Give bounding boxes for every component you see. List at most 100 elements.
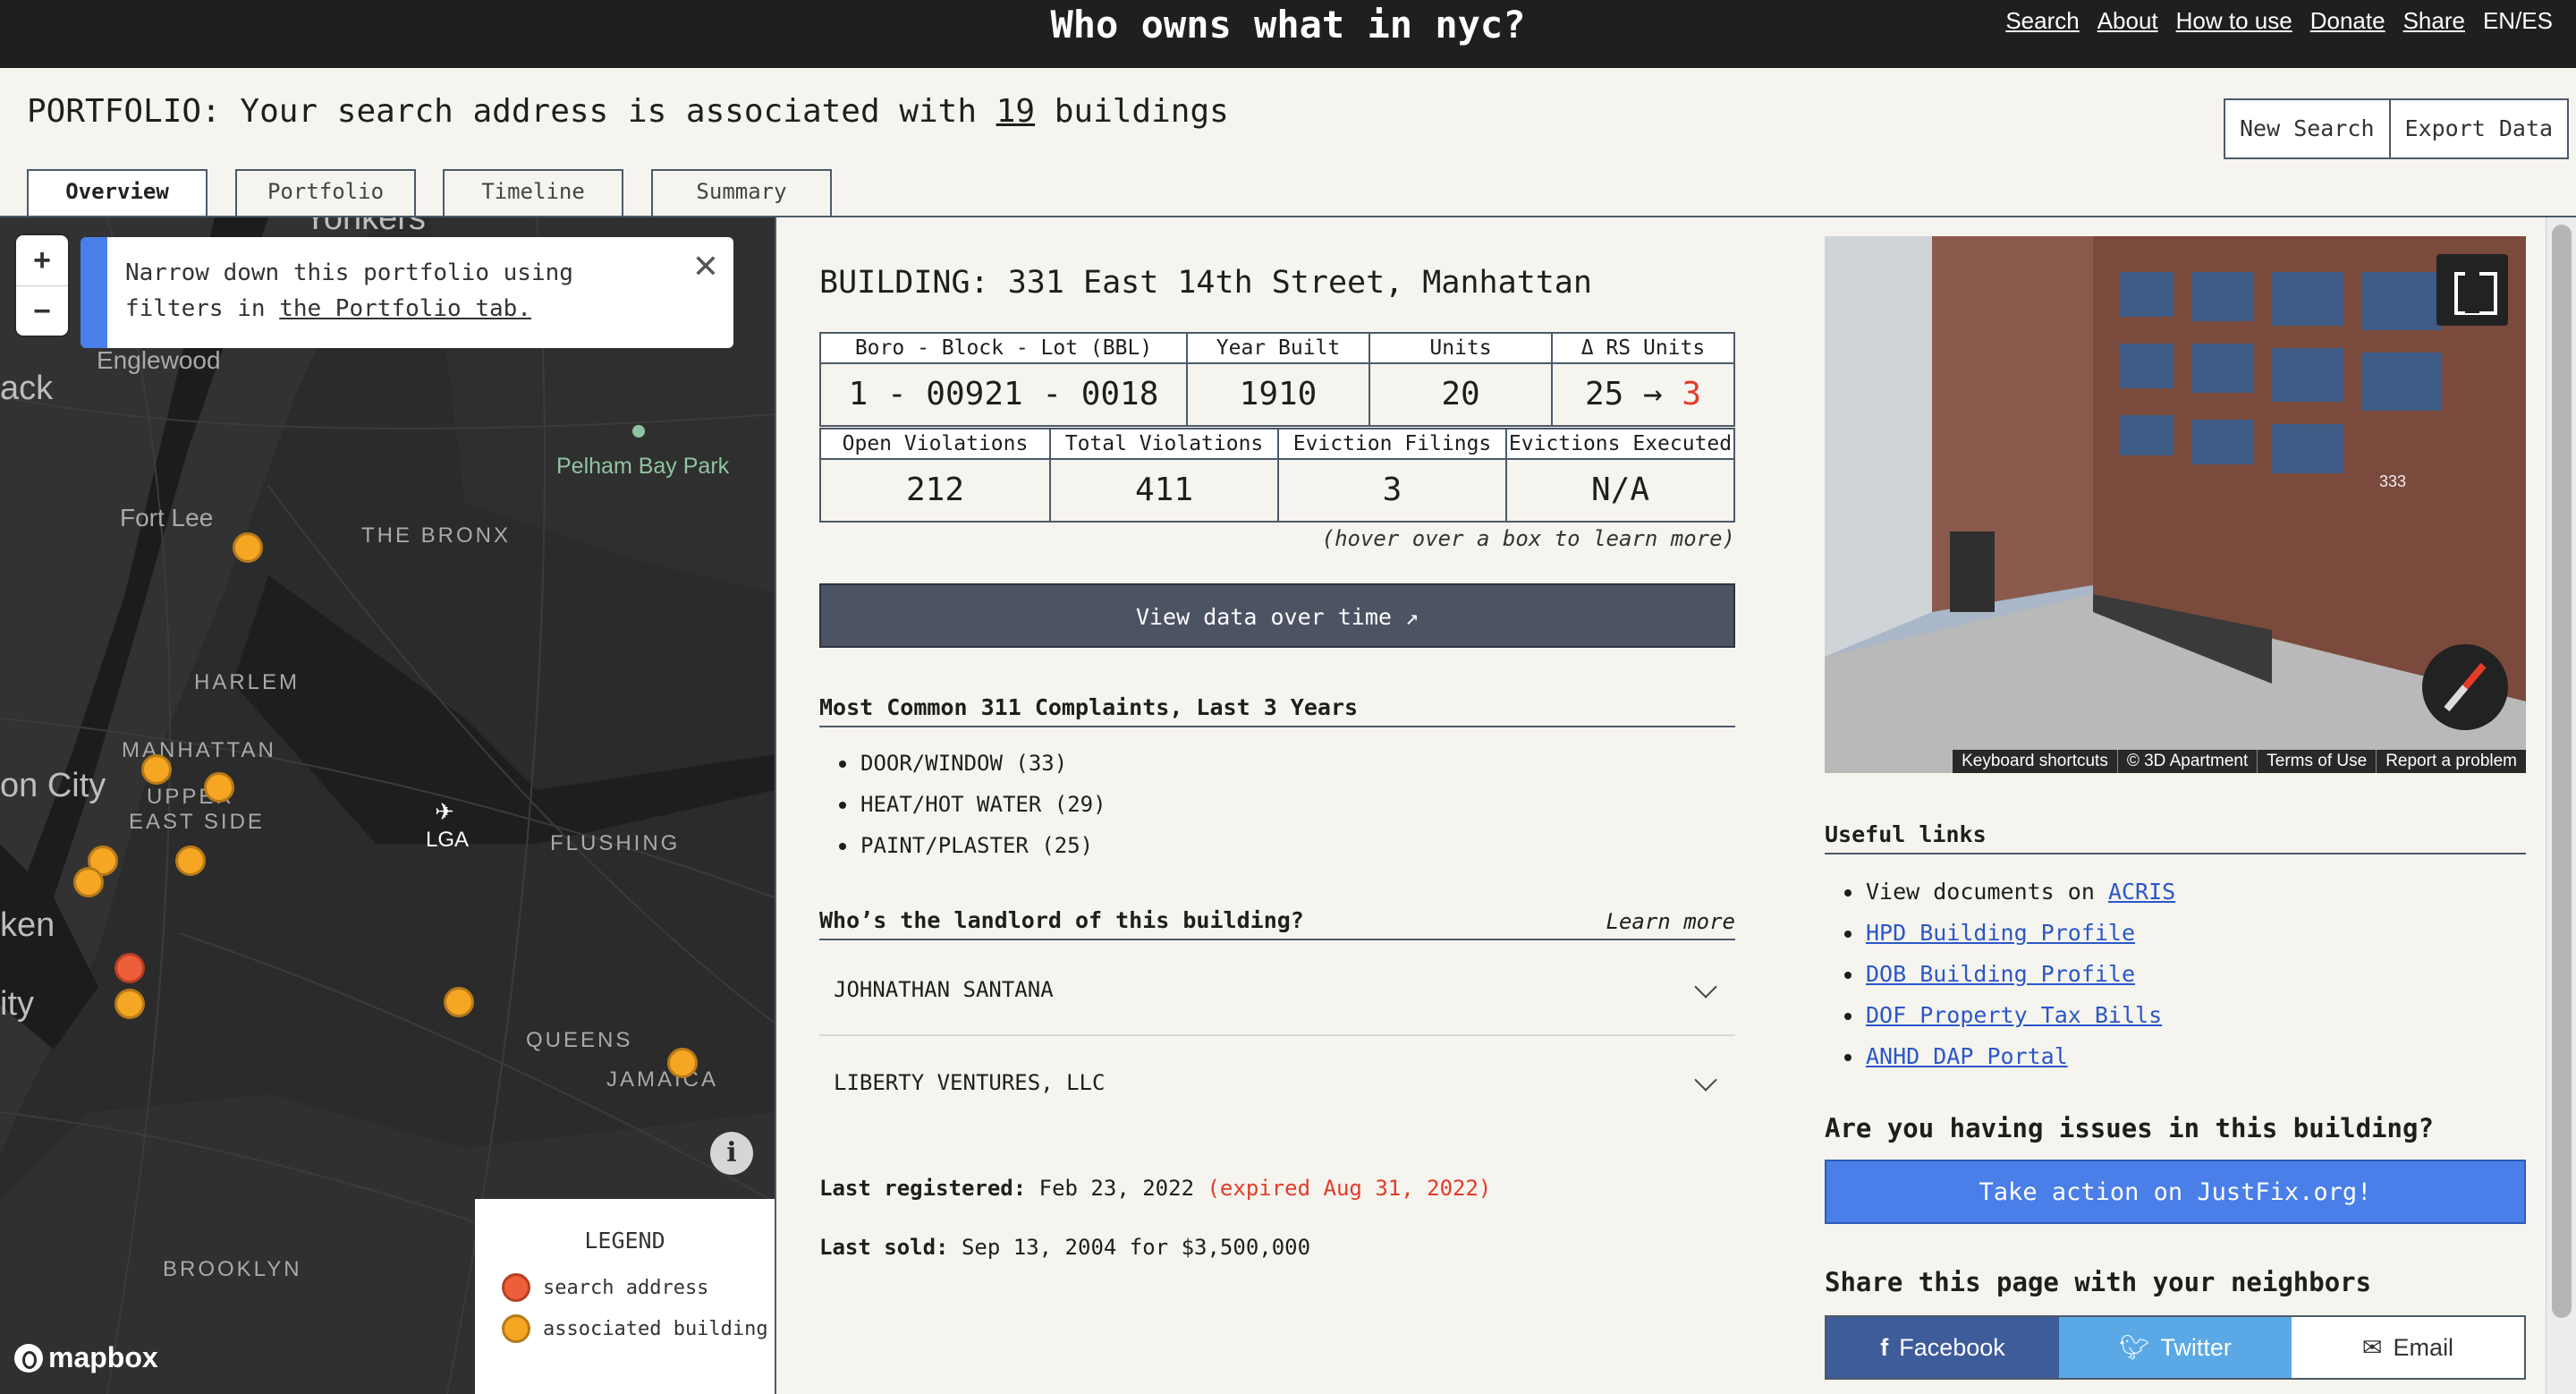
stat-open-value: 212 xyxy=(905,472,965,508)
dob-profile-link[interactable]: DOB Building Profile xyxy=(1866,961,2135,987)
building-count[interactable]: 19 xyxy=(996,93,1035,130)
complaints-list: DOOR/WINDOW (33) HEAT/HOT WATER (29) PAI… xyxy=(839,743,1106,866)
view-data-over-time-button[interactable]: View data over time ↗ xyxy=(819,583,1735,648)
stat-total-value: 411 xyxy=(1134,472,1194,508)
facebook-label: Facebook xyxy=(1899,1334,2005,1361)
fullscreen-icon[interactable] xyxy=(2436,254,2508,326)
associated-building-pin[interactable] xyxy=(141,754,172,785)
tab-summary[interactable]: Summary xyxy=(651,169,832,216)
associated-building-pin[interactable] xyxy=(73,867,104,897)
tab-portfolio[interactable]: Portfolio xyxy=(235,169,416,216)
associated-building-pin[interactable] xyxy=(114,989,145,1019)
last-sold-label: Last sold: xyxy=(819,1235,949,1260)
keyboard-shortcuts-link[interactable]: Keyboard shortcuts xyxy=(1953,750,2117,773)
associated-building-pin[interactable] xyxy=(233,532,263,563)
tab-timeline[interactable]: Timeline xyxy=(443,169,623,216)
export-data-button[interactable]: Export Data xyxy=(2390,98,2570,159)
landlord-row[interactable]: LIBERTY VENTURES, LLC xyxy=(819,1036,1735,1129)
twitter-share-button[interactable]: 🐦︎ Twitter xyxy=(2059,1317,2292,1378)
chevron-down-icon xyxy=(1694,975,1717,999)
stat-bbl-label: Boro - Block - Lot (BBL) xyxy=(821,334,1186,364)
email-share-button[interactable]: ✉ Email xyxy=(2292,1317,2524,1378)
list-item: View documents on ACRIS xyxy=(1843,871,2175,913)
list-item: HEAT/HOT WATER (29) xyxy=(839,784,1106,825)
last-sold: Last sold: Sep 13, 2004 for $3,500,000 xyxy=(819,1235,1310,1260)
zoom-out-button[interactable]: − xyxy=(16,285,68,336)
scrollbar[interactable] xyxy=(2546,217,2576,1394)
top-nav: Search About How to use Donate Share EN/… xyxy=(2005,7,2553,35)
list-item: DOOR/WINDOW (33) xyxy=(839,743,1106,784)
anhd-dap-link[interactable]: ANHD DAP Portal xyxy=(1866,1043,2068,1069)
stat-year-built[interactable]: Year Built 1910 xyxy=(1186,334,1368,425)
stat-units-label: Units xyxy=(1370,334,1551,364)
terms-link[interactable]: Terms of Use xyxy=(2257,750,2376,773)
landlord-name: LIBERTY VENTURES, LLC xyxy=(834,1070,1106,1095)
hpd-profile-link[interactable]: HPD Building Profile xyxy=(1866,920,2135,946)
associated-building-pin[interactable] xyxy=(175,846,206,876)
language-toggle[interactable]: EN/ES xyxy=(2483,7,2553,35)
rs-to: 3 xyxy=(1682,376,1702,412)
street-view[interactable]: 333 Keyboard shortcuts © 3D Apartment Te… xyxy=(1825,236,2526,773)
associated-building-pin[interactable] xyxy=(204,772,234,803)
acris-prefix: View documents on xyxy=(1866,879,2108,905)
map-label-harlem: HARLEM xyxy=(194,670,301,694)
list-item: PAINT/PLASTER (25) xyxy=(839,825,1106,866)
stat-units[interactable]: Units 20 xyxy=(1368,334,1551,425)
stat-open-label: Open Violations xyxy=(821,429,1049,460)
map-label-on-city: on City xyxy=(0,767,106,804)
landlord-row[interactable]: JOHNATHAN SANTANA xyxy=(819,943,1735,1036)
search-address-pin[interactable] xyxy=(114,953,145,983)
nav-donate[interactable]: Donate xyxy=(2310,7,2385,35)
stat-open-violations[interactable]: Open Violations 212 xyxy=(821,429,1049,521)
zoom-in-button[interactable]: + xyxy=(16,235,68,285)
hover-hint: (hover over a box to learn more) xyxy=(1321,526,1735,551)
portfolio-suffix: buildings xyxy=(1035,93,1229,130)
map-label-ity: ity xyxy=(0,985,34,1023)
top-bar: Who owns what in nyc? Search About How t… xyxy=(0,0,2576,68)
acris-link[interactable]: ACRIS xyxy=(2108,879,2175,905)
map-label-east-side: EAST SIDE xyxy=(129,810,265,834)
legend-search-label: search address xyxy=(543,1276,709,1299)
learn-more-link[interactable]: Learn more xyxy=(1521,909,1736,934)
legend-row-associated: associated building xyxy=(502,1314,775,1343)
associated-building-pin[interactable] xyxy=(444,987,474,1017)
stat-bbl[interactable]: Boro - Block - Lot (BBL) 1 - 00921 - 001… xyxy=(821,334,1186,425)
map-label-englewood: Englewood xyxy=(97,346,221,374)
stat-year-label: Year Built xyxy=(1188,334,1368,364)
street-view-footer: Keyboard shortcuts © 3D Apartment Terms … xyxy=(1953,750,2526,773)
close-icon[interactable]: ✕ xyxy=(692,250,719,285)
dof-tax-bills-link[interactable]: DOF Property Tax Bills xyxy=(1866,1002,2162,1028)
map-divider xyxy=(775,217,776,1394)
email-icon: ✉ xyxy=(2361,1334,2383,1362)
stat-total-violations[interactable]: Total Violations 411 xyxy=(1049,429,1277,521)
justfix-button[interactable]: Take action on JustFix.org! xyxy=(1825,1160,2526,1224)
report-problem-link[interactable]: Report a problem xyxy=(2376,750,2526,773)
nav-how-to-use[interactable]: How to use xyxy=(2176,7,2292,35)
nav-about[interactable]: About xyxy=(2097,7,2158,35)
compass-icon[interactable] xyxy=(2422,644,2508,730)
nav-share[interactable]: Share xyxy=(2403,7,2465,35)
facebook-share-button[interactable]: f Facebook xyxy=(1826,1317,2059,1378)
stat-eviction-label: Eviction Filings xyxy=(1279,429,1505,460)
mapbox-logo[interactable]: mapbox xyxy=(14,1341,158,1374)
share-buttons: f Facebook 🐦︎ Twitter ✉ Email xyxy=(1825,1315,2526,1380)
portfolio-map[interactable]: Yonkers Englewood ack Fort Lee THE BRONX… xyxy=(0,217,775,1394)
issues-heading: Are you having issues in this building? xyxy=(1825,1113,2434,1143)
stat-eviction-filings[interactable]: Eviction Filings 3 xyxy=(1277,429,1505,521)
search-dot-icon xyxy=(502,1273,530,1302)
stat-executed-label: Evictions Executed xyxy=(1507,429,1733,460)
map-label-yonkers: Yonkers xyxy=(304,217,426,237)
associated-building-pin[interactable] xyxy=(667,1048,698,1078)
last-registered-label: Last registered: xyxy=(819,1176,1027,1201)
street-view-image: 333 xyxy=(1825,236,2526,773)
nav-search[interactable]: Search xyxy=(2005,7,2079,35)
stat-evictions-executed[interactable]: Evictions Executed N/A xyxy=(1505,429,1733,521)
list-item: DOB Building Profile xyxy=(1843,954,2175,995)
info-icon[interactable]: i xyxy=(710,1132,753,1175)
list-item: DOF Property Tax Bills xyxy=(1843,995,2175,1036)
stat-rs-units[interactable]: Δ RS Units 25 → 3 xyxy=(1551,334,1733,425)
portfolio-tab-link[interactable]: the Portfolio tab. xyxy=(279,295,531,322)
tab-overview[interactable]: Overview xyxy=(27,169,208,219)
new-search-button[interactable]: New Search xyxy=(2224,98,2391,159)
scrollbar-thumb[interactable] xyxy=(2552,225,2572,1318)
